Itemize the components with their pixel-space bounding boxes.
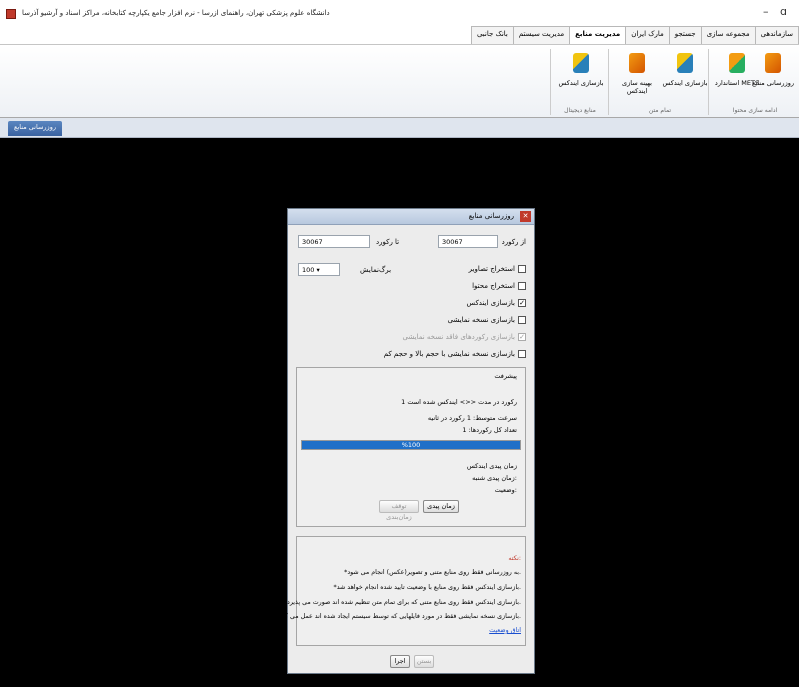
- title-bar: دانشگاه علوم پزشکی تهران، راهنمای ازرسا …: [0, 0, 799, 26]
- schedule-label: زمان پیدی ایندکس: [466, 462, 517, 470]
- mets-label: استاندارد METS: [714, 79, 760, 87]
- checkbox-box[interactable]: [518, 282, 526, 290]
- progress-panel: پیشرفت 1 رکورد در مدت <<> ایندکس شده است…: [296, 367, 526, 527]
- books-icon: [765, 53, 781, 73]
- optimize-index-button[interactable]: بهینه سازی ایندکس: [612, 53, 662, 95]
- extract-images-checkbox[interactable]: استخراج تصاویر: [469, 265, 526, 273]
- to-record-label: تا رکورد: [376, 238, 400, 246]
- progress-speed: سرعت متوسط: 1 رکورد در ثانیه: [427, 414, 517, 422]
- note-1: *به روزرسانی فقط روی منابع متنی و تصویر(…: [344, 569, 521, 576]
- ribbon: روزرسانی منابع استاندارد METS ادامه سازی…: [0, 44, 799, 118]
- doc-tab-update-resources[interactable]: روزرسانی منابع: [8, 121, 62, 136]
- extract-content-label: استخراج محتوا: [472, 282, 515, 290]
- tab-iran-marc[interactable]: مارک ایران: [625, 26, 670, 44]
- document-tab-strip: روزرسانی منابع: [0, 118, 799, 138]
- digital-index-icon: [573, 53, 589, 73]
- checkbox-box[interactable]: [518, 350, 526, 358]
- rebuild-index-checkbox[interactable]: بازسازی ایندکس ✓: [467, 299, 526, 307]
- progress-title: پیشرفت: [494, 372, 517, 380]
- dialog-title-bar[interactable]: روزرسانی منابع ✕: [288, 209, 534, 225]
- page-size-select[interactable]: 100 ▾: [298, 263, 340, 276]
- page-size-label: برگ‌نمایش: [360, 266, 392, 274]
- optimize-index-label: بهینه سازی ایندکس: [622, 79, 652, 95]
- rebuild-display-large-checkbox[interactable]: بازسازی نسخه نمایشی با حجم بالا و حجم کم: [384, 350, 526, 358]
- rebuild-index-button[interactable]: بازسازی ایندکس: [660, 53, 710, 87]
- checkbox-box[interactable]: [518, 265, 526, 273]
- index-icon: [677, 53, 693, 73]
- note-2: *بازسازی ایندکس فقط روی منابع با وضعیت ت…: [333, 584, 521, 591]
- tab-resource-management[interactable]: مدیریت منابع: [569, 26, 627, 44]
- books-stack-icon: [729, 53, 745, 73]
- tab-system-management[interactable]: مدیریت سیستم: [512, 26, 571, 44]
- notes-title: نکته:: [508, 555, 521, 562]
- progress-total: تعداد کل رکوردها: 1: [462, 426, 517, 434]
- rebuild-display-checkbox[interactable]: بازسازی نسخه نمایشی: [448, 316, 526, 324]
- tab-side-bank[interactable]: بانک جانبی: [470, 26, 514, 44]
- status-label: وضعیت:: [494, 486, 517, 494]
- checkbox-box[interactable]: [518, 316, 526, 324]
- run-button[interactable]: اجرا: [390, 655, 410, 668]
- ribbon-divider: [550, 49, 551, 115]
- extract-content-checkbox[interactable]: استخراج محتوا: [472, 282, 526, 290]
- checkbox-checked: ✓: [518, 333, 526, 341]
- minimize-button[interactable]: –: [763, 5, 769, 18]
- progress-bar-text: %100: [401, 441, 421, 449]
- tab-organizing[interactable]: سازماندهی: [754, 26, 799, 44]
- mets-button[interactable]: استاندارد METS: [712, 53, 762, 87]
- rebuild-no-display-label: بازسازی رکوردهای فاقد نسخه نمایشی: [402, 333, 515, 341]
- checkbox-checked[interactable]: ✓: [518, 299, 526, 307]
- update-resources-dialog: روزرسانی منابع ✕ از رکورد 30067 تا رکورد…: [277, 208, 535, 674]
- tab-collection[interactable]: مجموعه سازی: [700, 26, 756, 44]
- schedule-button[interactable]: زمان پیدی: [423, 500, 459, 513]
- status-room-link[interactable]: اتاق وضعیت: [489, 627, 521, 634]
- group-fulltext: تمام متن: [648, 107, 672, 114]
- extract-images-label: استخراج تصاویر: [468, 265, 515, 273]
- to-record-input[interactable]: 30067: [298, 235, 370, 248]
- dialog-title: روزرسانی منابع: [468, 212, 514, 220]
- schedule-time-label: زمان پیدی شنبه:: [472, 474, 517, 482]
- notes-panel: نکته: *به روزرسانی فقط روی منابع متنی و …: [277, 536, 526, 646]
- close-icon[interactable]: ✕: [520, 211, 531, 222]
- rebuild-index-digital-label: بازسازی ایندکس: [558, 79, 604, 87]
- rebuild-index-digital-button[interactable]: بازسازی ایندکس: [556, 53, 606, 87]
- progress-indexed-count: 1 رکورد در مدت <<> ایندکس شده است: [401, 398, 517, 406]
- progress-bar: %100: [301, 440, 521, 450]
- from-record-label: از رکورد: [501, 238, 526, 246]
- rebuild-index-option-label: بازسازی ایندکس: [466, 299, 515, 307]
- ribbon-divider: [608, 49, 609, 115]
- note-3: *بازسازی ایندکس فقط روی منابع متنی که بر…: [283, 599, 521, 606]
- rebuild-no-display-checkbox: بازسازی رکوردهای فاقد نسخه نمایشی ✓: [403, 333, 526, 341]
- optimize-icon: [629, 53, 645, 73]
- ribbon-tabs: سازماندهی مجموعه سازی جستجو مارک ایران م…: [470, 26, 799, 44]
- rebuild-index-label: بازسازی ایندکس: [662, 79, 708, 87]
- group-content-tools: ادامه سازی محتوا: [732, 107, 778, 114]
- window-title: دانشگاه علوم پزشکی تهران، راهنمای ازرسا …: [22, 9, 330, 17]
- group-digital-resources: منابع دیجیتال: [564, 107, 596, 114]
- page-size-value: 100: [302, 266, 315, 274]
- app-icon: [6, 9, 16, 19]
- stop-schedule-button: توقف زمان‌بندی: [379, 500, 419, 521]
- note-4: *بازسازی نسخه نمایشی فقط در مورد فایلهای…: [276, 613, 521, 620]
- rebuild-display-large-label: بازسازی نسخه نمایشی با حجم بالا و حجم کم: [383, 350, 515, 358]
- rebuild-display-label: بازسازی نسخه نمایشی: [447, 316, 515, 324]
- close-button[interactable]: بستن: [414, 655, 434, 668]
- tab-search[interactable]: جستجو: [668, 26, 702, 44]
- maximize-button[interactable]: ɑ: [780, 5, 787, 18]
- from-record-input[interactable]: 30067: [438, 235, 498, 248]
